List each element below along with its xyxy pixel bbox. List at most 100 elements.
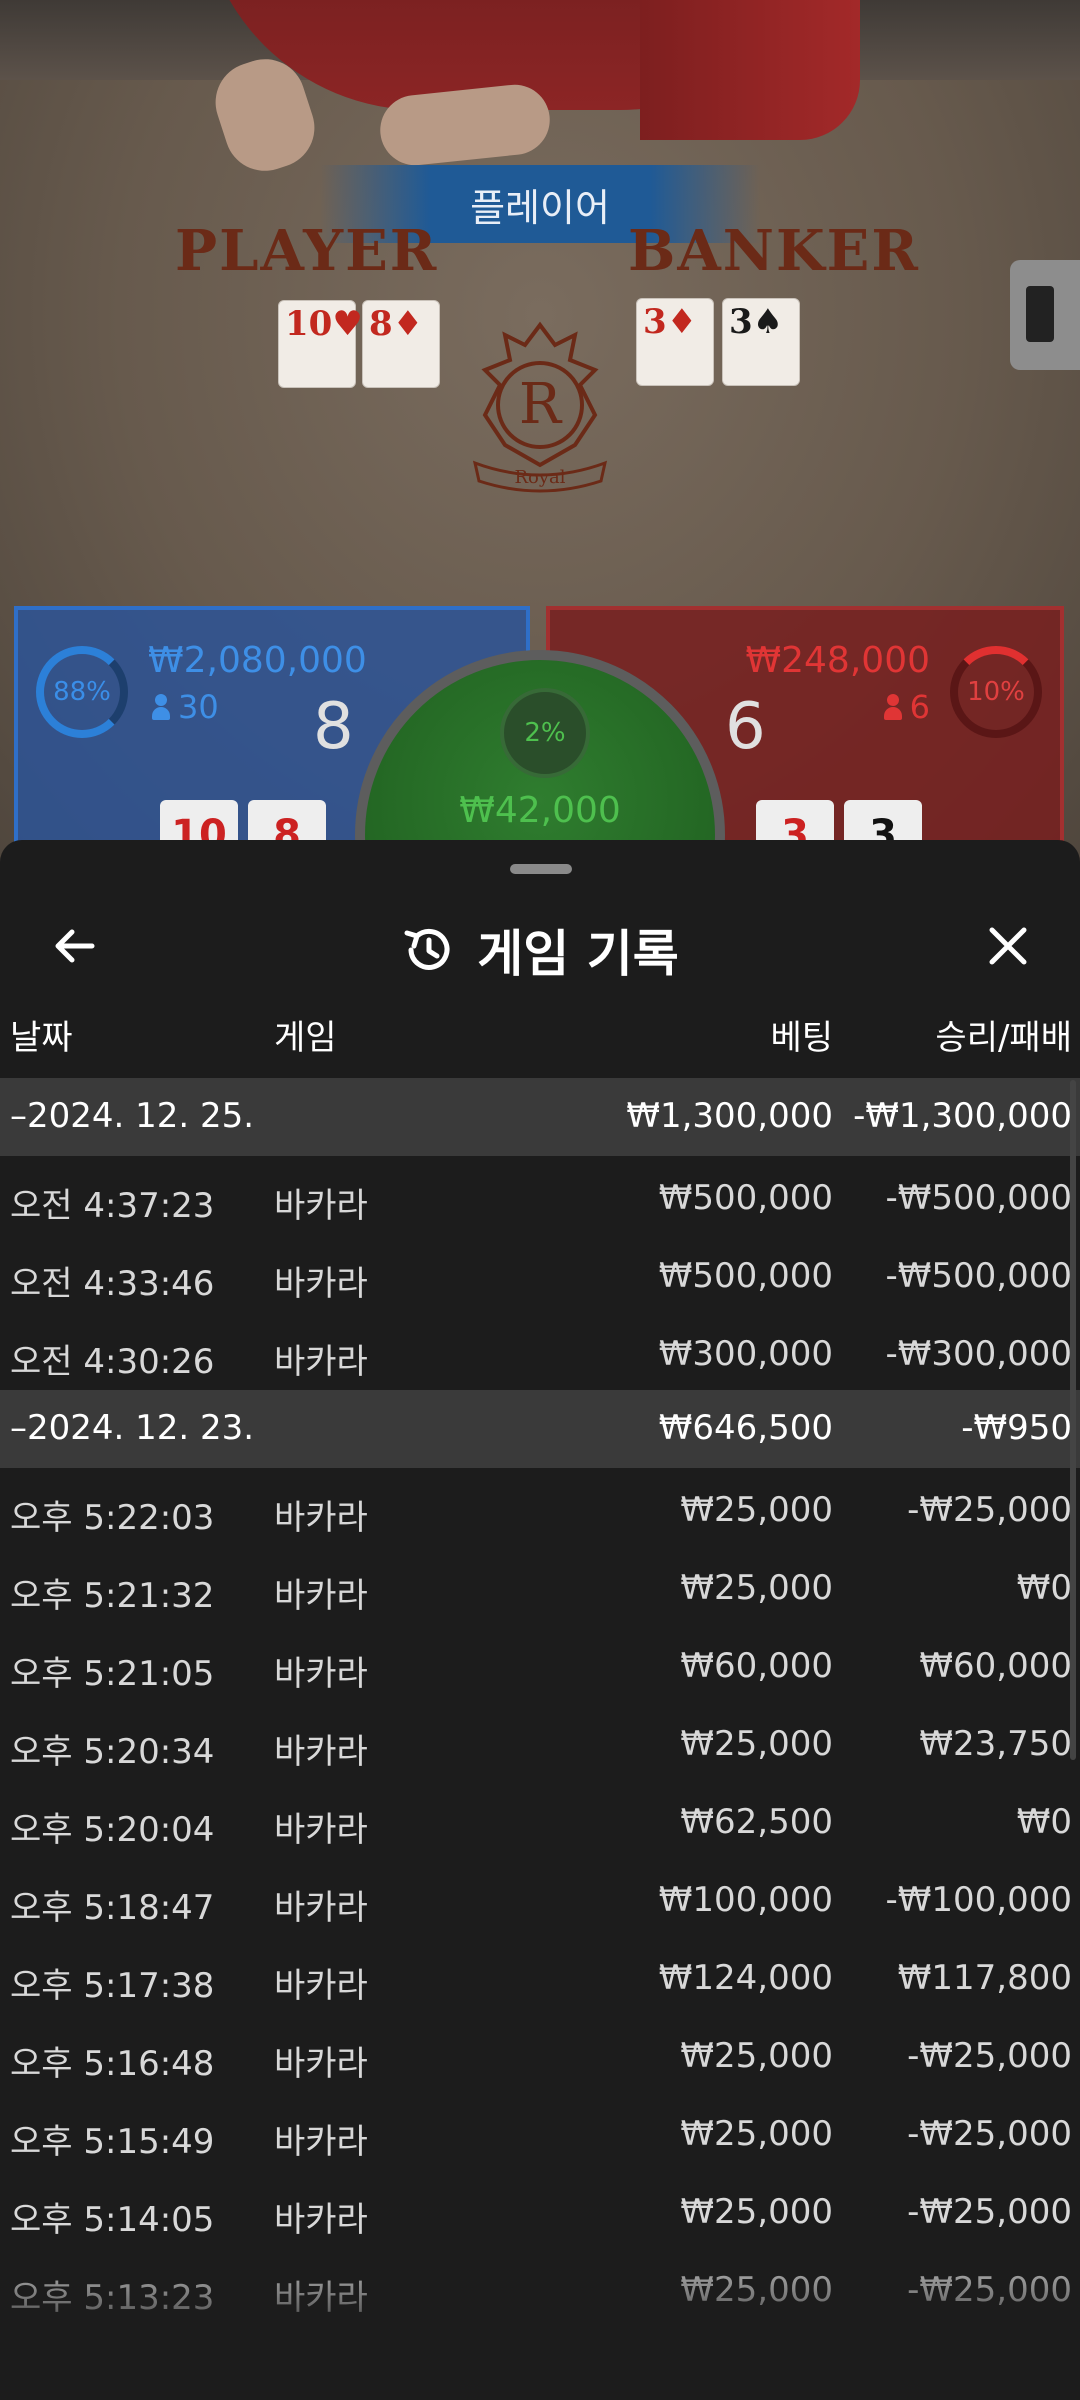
card-shoe — [1010, 260, 1080, 370]
row-game: 바카라 — [274, 1342, 368, 1382]
banker-table-label: BANKER — [628, 218, 920, 284]
table-row[interactable]: 오후 5:16:48 바카라 ₩25,000 -₩25,000 — [0, 2014, 1080, 2092]
close-button[interactable] — [976, 914, 1040, 978]
row-time: 오후 5:15:49 — [10, 2122, 215, 2162]
table-row[interactable]: 오후 5:21:32 바카라 ₩25,000 ₩0 — [0, 1546, 1080, 1624]
table-row[interactable]: 오후 5:13:23 바카라 ₩25,000 -₩25,000 — [0, 2248, 1080, 2326]
row-bet: ₩25,000 — [680, 1490, 833, 1530]
date-group-row[interactable]: –2024. 12. 25. ₩1,300,000 -₩1,300,000 — [0, 1078, 1080, 1156]
row-time: 오후 5:17:38 — [10, 1966, 215, 2006]
row-game: 바카라 — [274, 1186, 368, 1226]
row-bet: ₩500,000 — [658, 1256, 833, 1296]
live-game-view: 플레이어 PLAYER BANKER 10♥ 8♦ 3♦ 3♠ R Royal … — [0, 0, 1080, 900]
row-time: 오전 4:37:23 — [10, 1186, 215, 1226]
row-game: 바카라 — [274, 1576, 368, 1616]
row-win-loss: -₩300,000 — [885, 1334, 1073, 1374]
table-row[interactable]: 오후 5:20:04 바카라 ₩62,500 ₩0 — [0, 1780, 1080, 1858]
row-bet: ₩60,000 — [680, 1646, 833, 1686]
group-date: –2024. 12. 23. — [10, 1408, 255, 1448]
row-win-loss: ₩0 — [1016, 1568, 1072, 1608]
row-time: 오후 5:13:23 — [10, 2278, 215, 2318]
row-win-loss: ₩23,750 — [919, 1724, 1072, 1764]
scrollbar[interactable] — [1070, 1080, 1076, 1760]
row-game: 바카라 — [274, 2278, 368, 2318]
row-game: 바카라 — [274, 1810, 368, 1850]
table-row[interactable]: 오전 4:30:26 바카라 ₩300,000 -₩300,000 — [0, 1312, 1080, 1390]
group-bet-total: ₩1,300,000 — [626, 1096, 833, 1136]
close-icon — [989, 927, 1027, 965]
column-header-bet: 베팅 — [770, 1018, 833, 1058]
date-group-row[interactable]: –2024. 12. 23. ₩646,500 -₩950 — [0, 1390, 1080, 1468]
row-game: 바카라 — [274, 1498, 368, 1538]
table-row[interactable]: 오후 5:15:49 바카라 ₩25,000 -₩25,000 — [0, 2092, 1080, 2170]
row-time: 오후 5:14:05 — [10, 2200, 215, 2240]
sheet-header: 게임 기록 — [0, 896, 1080, 996]
row-bet: ₩300,000 — [658, 1334, 833, 1374]
table-row[interactable]: 오후 5:14:05 바카라 ₩25,000 -₩25,000 — [0, 2170, 1080, 2248]
row-time: 오후 5:22:03 — [10, 1498, 215, 1538]
row-time: 오전 4:30:26 — [10, 1342, 215, 1382]
banker-card-2: 3♠ — [722, 298, 800, 386]
banker-bet-amount: ₩248,000 — [745, 640, 930, 681]
row-game: 바카라 — [274, 2044, 368, 2084]
history-icon — [404, 928, 450, 970]
row-game: 바카라 — [274, 1264, 368, 1304]
table-row[interactable]: 오전 4:33:46 바카라 ₩500,000 -₩500,000 — [0, 1234, 1080, 1312]
tie-percent-ring: 2% — [500, 688, 590, 778]
royal-logo: R Royal — [472, 321, 608, 493]
player-percent-ring: 88% — [36, 646, 128, 738]
banker-bettor-count: 6 — [883, 688, 930, 726]
table-row[interactable]: 오전 4:37:23 바카라 ₩500,000 -₩500,000 — [0, 1156, 1080, 1234]
svg-text:R: R — [519, 372, 563, 437]
row-game: 바카라 — [274, 1654, 368, 1694]
table-row[interactable]: 오후 5:17:38 바카라 ₩124,000 ₩117,800 — [0, 1936, 1080, 2014]
row-bet: ₩62,500 — [680, 1802, 833, 1842]
row-time: 오후 5:20:34 — [10, 1732, 215, 1772]
row-time: 오전 4:33:46 — [10, 1264, 215, 1304]
sheet-title-group: 게임 기록 — [0, 914, 1080, 986]
banker-card-1: 3♦ — [636, 298, 714, 386]
row-win-loss: -₩25,000 — [907, 2114, 1072, 2154]
row-win-loss: -₩25,000 — [907, 2270, 1072, 2310]
row-game: 바카라 — [274, 1732, 368, 1772]
column-header-date: 날짜 — [10, 1018, 73, 1058]
table-row[interactable]: 오후 5:21:05 바카라 ₩60,000 ₩60,000 — [0, 1624, 1080, 1702]
person-icon — [883, 694, 902, 720]
sheet-drag-handle[interactable] — [510, 864, 572, 874]
row-bet: ₩100,000 — [658, 1880, 833, 1920]
player-bet-amount: ₩2,080,000 — [148, 640, 367, 681]
table-row[interactable]: 오후 5:20:34 바카라 ₩25,000 ₩23,750 — [0, 1702, 1080, 1780]
row-bet: ₩500,000 — [658, 1178, 833, 1218]
table-row[interactable]: 오후 5:18:47 바카라 ₩100,000 -₩100,000 — [0, 1858, 1080, 1936]
row-time: 오후 5:18:47 — [10, 1888, 215, 1928]
row-time: 오후 5:20:04 — [10, 1810, 215, 1850]
row-win-loss: -₩25,000 — [907, 2036, 1072, 2076]
row-bet: ₩25,000 — [680, 2192, 833, 2232]
banker-percent-ring: 10% — [950, 646, 1042, 738]
player-card-1: 10♥ — [278, 300, 363, 388]
row-bet: ₩25,000 — [680, 1724, 833, 1764]
column-header-game: 게임 — [274, 1018, 337, 1058]
row-win-loss: -₩500,000 — [885, 1256, 1073, 1296]
person-icon — [152, 694, 170, 720]
row-win-loss: -₩500,000 — [885, 1178, 1073, 1218]
tie-bet-amount: ₩42,000 — [459, 790, 621, 831]
row-bet: ₩25,000 — [680, 2270, 833, 2310]
table-row[interactable]: 오후 5:22:03 바카라 ₩25,000 -₩25,000 — [0, 1468, 1080, 1546]
player-card-2: 8♦ — [362, 300, 440, 388]
group-bet-total: ₩646,500 — [658, 1408, 833, 1448]
banker-score: 6 — [725, 690, 766, 764]
sheet-title: 게임 기록 — [477, 925, 679, 983]
history-table[interactable]: –2024. 12. 25. ₩1,300,000 -₩1,300,000 오전… — [0, 1078, 1080, 2326]
row-game: 바카라 — [274, 1966, 368, 2006]
svg-text:Royal: Royal — [514, 467, 565, 488]
group-win-loss-total: -₩1,300,000 — [853, 1096, 1072, 1136]
row-game: 바카라 — [274, 2200, 368, 2240]
row-bet: ₩124,000 — [658, 1958, 833, 1998]
row-time: 오후 5:21:32 — [10, 1576, 215, 1616]
row-game: 바카라 — [274, 2122, 368, 2162]
row-win-loss: -₩25,000 — [907, 1490, 1072, 1530]
row-game: 바카라 — [274, 1888, 368, 1928]
row-win-loss: ₩0 — [1016, 1802, 1072, 1842]
row-win-loss: -₩25,000 — [907, 2192, 1072, 2232]
